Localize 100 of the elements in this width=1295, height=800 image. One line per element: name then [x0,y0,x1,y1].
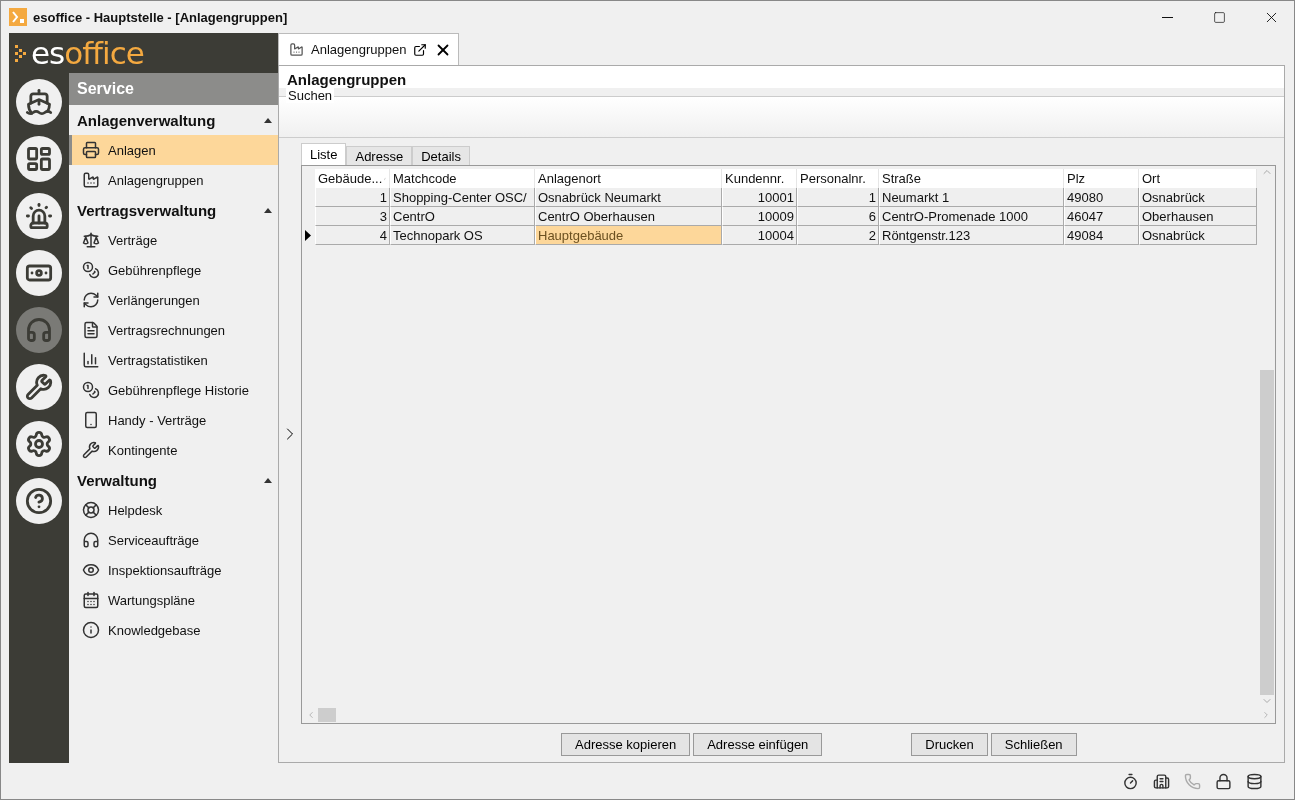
coins-icon [82,261,100,279]
factory-icon [82,171,100,189]
sidebar-item[interactable]: Gebührenpflege [69,255,278,285]
table-cell: Osnabrück Neumarkt [535,188,722,207]
app-logo-icon [9,8,27,26]
printer-icon [82,141,100,159]
building-icon[interactable] [1153,772,1170,790]
lock-icon[interactable] [1215,772,1232,790]
sidebar-item[interactable]: Gebührenpflege Historie [69,375,278,405]
sidebar-item[interactable]: Vertragstatistiken [69,345,278,375]
group-header[interactable]: Verwaltung [69,465,278,495]
action-button[interactable]: Drucken [911,732,988,756]
action-button[interactable]: Adresse einfügen [693,732,823,756]
page-title: Anlagengruppen [287,71,408,88]
table-cell: 1 [797,188,879,207]
sidebar-item[interactable]: Helpdesk [69,495,278,525]
scale-icon [82,231,100,249]
scroll-thumb[interactable] [1260,370,1274,695]
table-cell: 4 [315,226,390,245]
table-cell: 49080 [1064,188,1139,207]
scroll-thumb[interactable] [318,708,336,722]
tab[interactable]: Details [412,146,470,165]
table-cell: Shopping-Center OSC/ [390,188,535,207]
sidebar-item[interactable]: Vertragsrechnungen [69,315,278,345]
column-header[interactable]: Straße [879,169,1064,188]
sidebar-item[interactable]: Anlagengruppen [69,165,278,195]
table-cell: 1 [315,188,390,207]
window-title: esoffice - Hauptstelle - [Anlagengruppen] [33,9,289,25]
table-cell: Hauptgebäude [535,226,722,245]
tab[interactable]: Liste [301,143,347,165]
search-group-label: Suchen [286,88,335,103]
table-cell: Neumarkt 1 [879,188,1064,207]
siren-button[interactable] [16,193,62,239]
siren-icon [25,202,53,230]
scroll-left-icon [306,710,316,720]
action-button[interactable]: Adresse kopieren [561,732,691,756]
bar-chart-icon [82,351,100,369]
table-cell: CentrO-Promenade 1000 [879,207,1064,226]
scroll-right-icon [1261,710,1271,720]
sidebar-item[interactable]: Verlängerungen [69,285,278,315]
column-header[interactable]: Kundennr. [722,169,797,188]
calendar-icon [82,591,100,609]
wrench-icon [82,441,100,459]
table-cell: 46047 [1064,207,1139,226]
banknote-button[interactable] [16,250,62,296]
refresh-icon [82,291,100,309]
table-cell: Oberhausen [1139,207,1257,226]
timer-icon[interactable] [1122,772,1139,790]
table-cell: 10009 [722,207,797,226]
group-header[interactable]: Vertragsverwaltung [69,195,278,225]
column-header[interactable]: Gebäude... [315,169,390,188]
sidebar-item[interactable]: Inspektionsaufträge [69,555,278,585]
esoffice-logo: esoffice [9,33,278,73]
column-header[interactable]: Anlagenort [535,169,722,188]
table-cell: CentrO [390,207,535,226]
detach-button[interactable] [413,42,428,57]
document-icon [82,321,100,339]
table-cell: 10004 [722,226,797,245]
action-button[interactable]: Schließen [990,732,1077,756]
table-cell: Technopark OS [390,226,535,245]
sidebar-item[interactable]: Kontingente [69,435,278,465]
table-cell: 3 [315,207,390,226]
factory-icon [289,42,304,57]
ship-button[interactable] [16,79,62,125]
help-icon [25,487,53,515]
sidebar-title: Service [69,73,278,105]
gear-button[interactable] [16,421,62,467]
column-header[interactable]: Plz [1064,169,1139,188]
table-cell: CentrO Oberhausen [535,207,722,226]
ship-icon [25,88,53,116]
sidebar-item[interactable]: Knowledgebase [69,615,278,645]
tab[interactable]: Adresse [346,146,413,165]
database-icon[interactable] [1246,772,1263,790]
headset-button[interactable] [16,307,62,353]
column-header[interactable]: Ort [1139,169,1257,188]
column-header[interactable]: Matchcode [390,169,535,188]
dashboard-icon [25,145,53,173]
dashboard-button[interactable] [16,136,62,182]
gear-icon [25,430,53,458]
vertical-scrollbar[interactable] [1259,166,1275,707]
horizontal-scrollbar[interactable] [302,707,1275,723]
table-cell: 10001 [722,188,797,207]
sidebar-item[interactable]: Handy - Verträge [69,405,278,435]
sidebar-item[interactable]: Verträge [69,225,278,255]
table-cell: 2 [797,226,879,245]
headset-icon [82,531,100,549]
coins-icon [82,381,100,399]
sidebar-item[interactable]: Wartungspläne [69,585,278,615]
table-cell: 6 [797,207,879,226]
table-cell: 49084 [1064,226,1139,245]
table-cell: Osnabrück [1139,188,1257,207]
sidebar-item[interactable]: Serviceaufträge [69,525,278,555]
sidebar-item[interactable]: Anlagen [69,135,278,165]
table-cell: Röntgenstr.123 [879,226,1064,245]
wrench-button[interactable] [16,364,62,410]
document-tab[interactable]: Anlagengruppen [278,33,460,65]
minimize-icon [1161,16,1173,18]
group-header[interactable]: Anlagenverwaltung [69,105,278,135]
help-button[interactable] [16,478,62,524]
column-header[interactable]: Personalnr. [797,169,879,188]
